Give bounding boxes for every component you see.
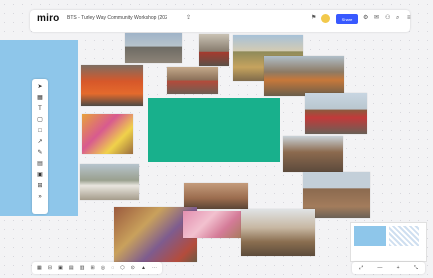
board-photo[interactable]: [125, 33, 182, 63]
minimap[interactable]: [350, 222, 427, 262]
zoom-in-button[interactable]: +: [397, 265, 400, 271]
avatar[interactable]: [321, 14, 330, 23]
sticky-note[interactable]: [148, 98, 280, 162]
pen-tool[interactable]: ✎: [34, 148, 46, 159]
board-photo[interactable]: [82, 114, 133, 154]
zoom-out-button[interactable]: —: [377, 265, 382, 271]
board-photo[interactable]: [167, 67, 218, 94]
bottom-tool-icon[interactable]: ⬡: [120, 265, 124, 271]
bottom-tool-icon[interactable]: ⋯: [152, 265, 157, 271]
board-photo[interactable]: [81, 65, 143, 106]
apps-tool[interactable]: ⊞: [34, 181, 46, 192]
bottom-tool-icon[interactable]: ▲: [141, 265, 146, 271]
bottom-tool-icon[interactable]: ▥: [80, 265, 85, 271]
miro-logo[interactable]: miro: [37, 13, 59, 24]
notifications-icon[interactable]: ⚇: [385, 15, 390, 21]
bottom-tool-icon[interactable]: ▦: [37, 265, 42, 271]
comment-tool[interactable]: ▤: [34, 159, 46, 170]
minimap-board-overview: [389, 226, 419, 246]
bottom-tool-icon[interactable]: ⊟: [48, 265, 52, 271]
menu-icon[interactable]: ≡: [407, 15, 411, 21]
fit-screen-icon[interactable]: ⤢: [359, 265, 363, 271]
sticky-tool[interactable]: ▢: [34, 115, 46, 126]
board-photo[interactable]: [305, 93, 367, 134]
text-tool[interactable]: T: [34, 104, 46, 115]
share-button[interactable]: Share: [336, 14, 358, 24]
upload-icon[interactable]: ⇪: [186, 15, 191, 21]
board-photo[interactable]: [184, 183, 248, 209]
board-photo[interactable]: [199, 34, 229, 66]
more-tool[interactable]: »: [34, 192, 46, 203]
bottom-tool-icon[interactable]: ▣: [58, 265, 63, 271]
frame-tool[interactable]: ▣: [34, 170, 46, 181]
settings-icon[interactable]: ⚙: [363, 15, 368, 21]
bottom-tool-icon[interactable]: ⊞: [90, 265, 94, 271]
bottom-toolbar: ▦ ⊟ ▣ ▤ ▥ ⊞ ◎ ◌ ⬡ ⊙ ▲ ⋯: [32, 262, 162, 274]
templates-tool[interactable]: ▦: [34, 93, 46, 104]
fullscreen-icon[interactable]: ⤡: [414, 265, 418, 271]
board-photo[interactable]: [183, 211, 241, 238]
collaborator-icon[interactable]: ⚑: [311, 15, 316, 21]
bottom-tool-icon[interactable]: ▤: [69, 265, 74, 271]
board-photo[interactable]: [80, 164, 139, 200]
bottom-tool-icon[interactable]: ⊙: [131, 265, 135, 271]
bell-icon[interactable]: ✉: [374, 15, 379, 21]
bottom-tool-icon[interactable]: ◌: [111, 265, 114, 271]
board-photo[interactable]: [283, 136, 343, 172]
board-title[interactable]: BTS - Turley Way Community Workshop (202…: [67, 15, 167, 21]
line-tool[interactable]: ↗: [34, 137, 46, 148]
left-toolbar: ➤ ▦ T ▢ □ ↗ ✎ ▤ ▣ ⊞ »: [32, 79, 48, 214]
select-tool[interactable]: ➤: [34, 82, 46, 93]
board-photo[interactable]: [241, 209, 315, 256]
zoom-controls: ⤢ — + ⤡: [352, 262, 425, 274]
shape-tool[interactable]: □: [34, 126, 46, 137]
bottom-tool-icon[interactable]: ◎: [101, 265, 105, 271]
minimap-viewport[interactable]: [354, 226, 386, 246]
board-photo[interactable]: [264, 56, 344, 96]
search-icon[interactable]: ⌕: [396, 15, 399, 21]
